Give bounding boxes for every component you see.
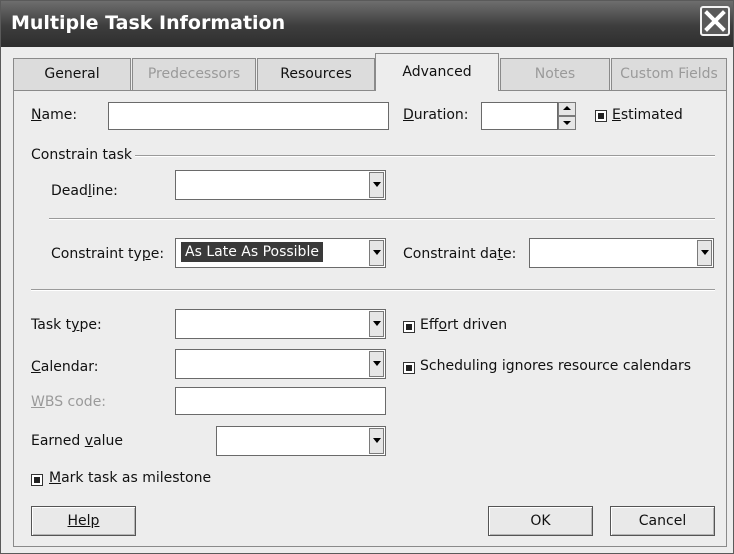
separator: [31, 289, 715, 291]
ok-button[interactable]: OK: [488, 506, 593, 536]
effort-driven-checkbox[interactable]: [403, 321, 415, 333]
tab-advanced[interactable]: Advanced: [375, 53, 499, 91]
separator: [49, 218, 715, 220]
milestone-label: Mark task as milestone: [49, 470, 212, 486]
scheduling-ignores-label: Scheduling ignores resource calendars: [420, 358, 692, 374]
duration-label: Duration:: [403, 107, 469, 123]
dialog-window: Multiple Task Information General Predec…: [0, 0, 734, 554]
constrain-task-heading: Constrain task: [31, 147, 133, 163]
close-icon: [704, 10, 726, 32]
chevron-down-icon[interactable]: [369, 428, 384, 454]
help-button[interactable]: Help: [31, 506, 136, 536]
name-label: Name:: [31, 107, 78, 123]
spin-down-icon[interactable]: [558, 116, 576, 130]
constraint-type-dropdown[interactable]: As Late As Possible: [175, 238, 386, 268]
title-bar[interactable]: Multiple Task Information: [1, 1, 733, 47]
deadline-dropdown[interactable]: [175, 170, 386, 200]
cancel-button[interactable]: Cancel: [610, 506, 715, 536]
tab-custom-fields[interactable]: Custom Fields: [611, 58, 727, 90]
wbs-code-label: WBS code:: [31, 394, 107, 410]
window-title: Multiple Task Information: [11, 12, 286, 34]
spin-up-icon[interactable]: [558, 102, 576, 116]
estimated-label: Estimated: [612, 107, 683, 123]
chevron-down-icon[interactable]: [369, 311, 384, 337]
deadline-label: Deadline:: [51, 183, 118, 199]
tab-general[interactable]: General: [13, 58, 131, 90]
task-type-label: Task type:: [31, 317, 102, 333]
tab-resources[interactable]: Resources: [257, 58, 375, 90]
constraint-date-dropdown[interactable]: [529, 238, 714, 268]
milestone-checkbox[interactable]: [31, 474, 43, 486]
effort-driven-label: Effort driven: [420, 317, 508, 333]
earned-value-dropdown[interactable]: [216, 426, 386, 456]
name-input[interactable]: [108, 102, 389, 130]
group-separator: [135, 155, 715, 157]
constraint-date-label: Constraint date:: [403, 246, 517, 262]
earned-value-label: Earned value: [31, 433, 124, 449]
close-button[interactable]: [700, 6, 730, 36]
calendar-dropdown[interactable]: [175, 349, 386, 379]
scheduling-ignores-checkbox[interactable]: [403, 362, 415, 374]
chevron-down-icon[interactable]: [369, 172, 384, 198]
wbs-code-input[interactable]: [175, 387, 386, 415]
calendar-label: Calendar:: [31, 359, 99, 375]
tab-predecessors[interactable]: Predecessors: [132, 58, 256, 90]
estimated-checkbox[interactable]: [595, 110, 607, 122]
chevron-down-icon[interactable]: [369, 240, 384, 266]
tab-notes[interactable]: Notes: [500, 58, 610, 90]
chevron-down-icon[interactable]: [369, 351, 384, 377]
duration-input[interactable]: [481, 102, 558, 130]
chevron-down-icon[interactable]: [697, 240, 712, 266]
constraint-type-label: Constraint type:: [51, 246, 165, 262]
task-type-dropdown[interactable]: [175, 309, 386, 339]
